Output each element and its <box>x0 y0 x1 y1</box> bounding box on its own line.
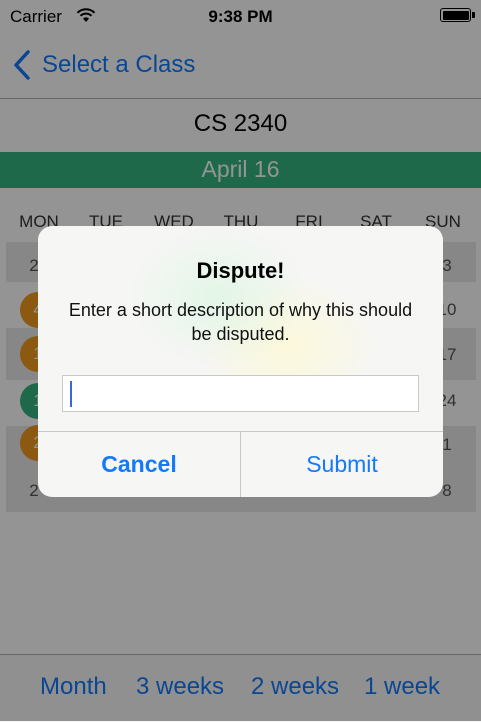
dispute-description-input[interactable] <box>62 375 419 412</box>
alert-message: Enter a short description of why this sh… <box>68 300 413 344</box>
cancel-button[interactable]: Cancel <box>38 432 240 497</box>
text-cursor <box>70 381 72 407</box>
dispute-alert: Dispute! Enter a short description of wh… <box>38 226 443 497</box>
submit-button[interactable]: Submit <box>241 432 443 497</box>
alert-title: Dispute! <box>196 258 285 283</box>
